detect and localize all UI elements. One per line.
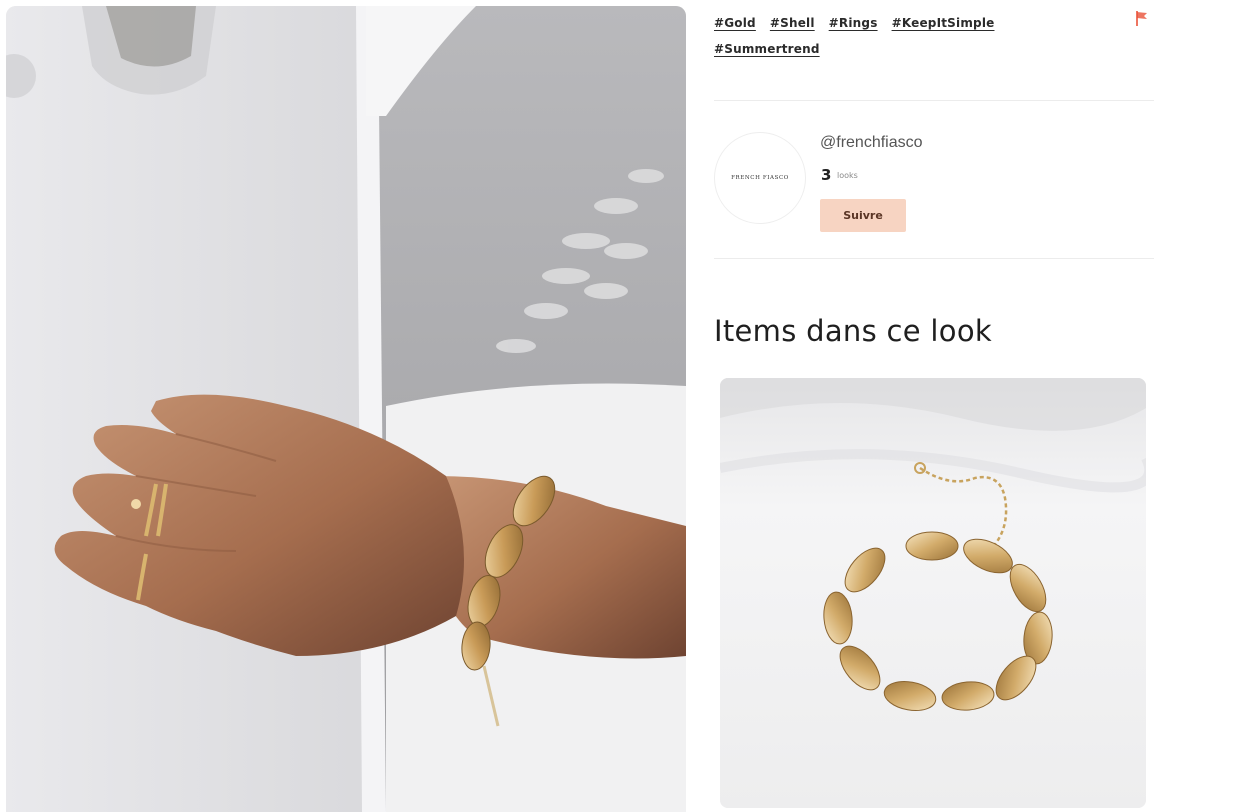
divider (714, 100, 1154, 101)
hashtag-shell[interactable]: #Shell (770, 10, 815, 36)
flag-icon[interactable] (1132, 8, 1152, 28)
hashtag-list: #Gold #Shell #Rings #KeepItSimple #Summertre… (714, 10, 1114, 62)
author-card: FRENCH FIASCO @frenchfiasco 3 looks Suiv… (714, 132, 1154, 232)
looks-count: 3 (821, 166, 832, 184)
follow-button[interactable]: Suivre (820, 199, 906, 232)
divider (714, 258, 1154, 259)
author-handle[interactable]: @frenchfiasco (820, 134, 923, 152)
look-photo[interactable] (6, 6, 686, 812)
looks-count-label: looks (837, 171, 858, 180)
item-card-shell-bracelet[interactable] (720, 378, 1146, 808)
look-sidebar: #Gold #Shell #Rings #KeepItSimple #Summertre… (714, 0, 1244, 812)
item-photo (720, 378, 1146, 808)
hashtag-keepitsimple[interactable]: #KeepItSimple (892, 10, 995, 36)
avatar[interactable]: FRENCH FIASCO (714, 132, 806, 224)
items-section-title: Items dans ce look (714, 314, 992, 348)
hashtag-summertrend[interactable]: #Summertrend (714, 36, 820, 62)
hashtag-gold[interactable]: #Gold (714, 10, 756, 36)
avatar-logo-text: FRENCH FIASCO (731, 175, 789, 181)
hashtag-rings[interactable]: #Rings (829, 10, 878, 36)
look-detail-page: #Gold #Shell #Rings #KeepItSimple #Summertre… (0, 0, 1244, 812)
